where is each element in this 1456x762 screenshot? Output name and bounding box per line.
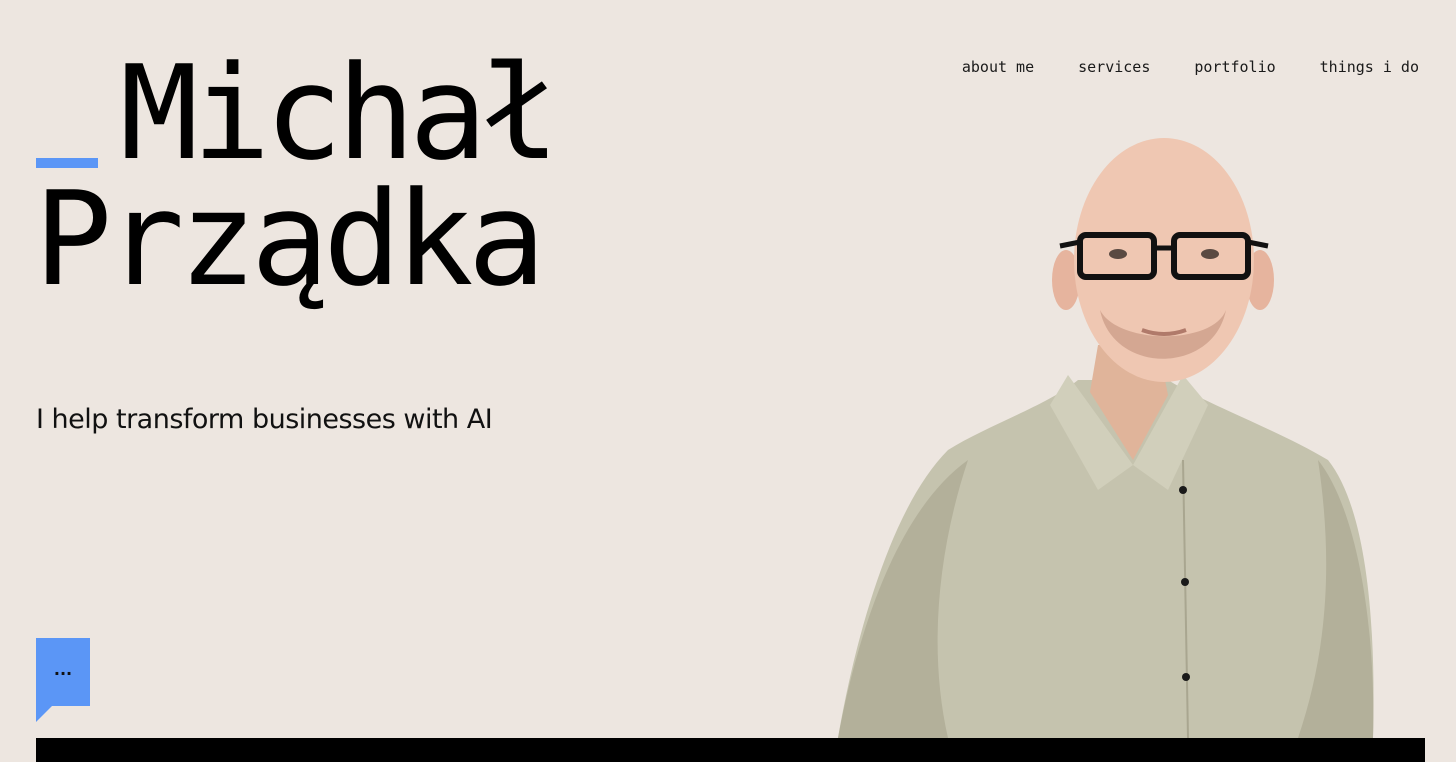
nav-things-i-do[interactable]: things i do — [1320, 58, 1419, 76]
hero-tagline: I help transform businesses with AI — [36, 404, 493, 435]
portrait-photo — [838, 138, 1374, 738]
chat-dots: ... — [53, 660, 73, 679]
hero-first-name: Michał — [120, 37, 560, 189]
main-nav: about me services portfolio things i do — [962, 58, 1419, 76]
nav-portfolio[interactable]: portfolio — [1194, 58, 1275, 76]
chat-button[interactable]: ... — [36, 638, 90, 722]
hero-name: Michał Prządka — [34, 37, 560, 315]
nav-about-me[interactable]: about me — [962, 58, 1034, 76]
hero-last-name: Prządka — [34, 163, 546, 315]
speech-bubble-icon — [36, 638, 90, 722]
nav-services[interactable]: services — [1078, 58, 1150, 76]
footer-bar — [36, 738, 1425, 762]
